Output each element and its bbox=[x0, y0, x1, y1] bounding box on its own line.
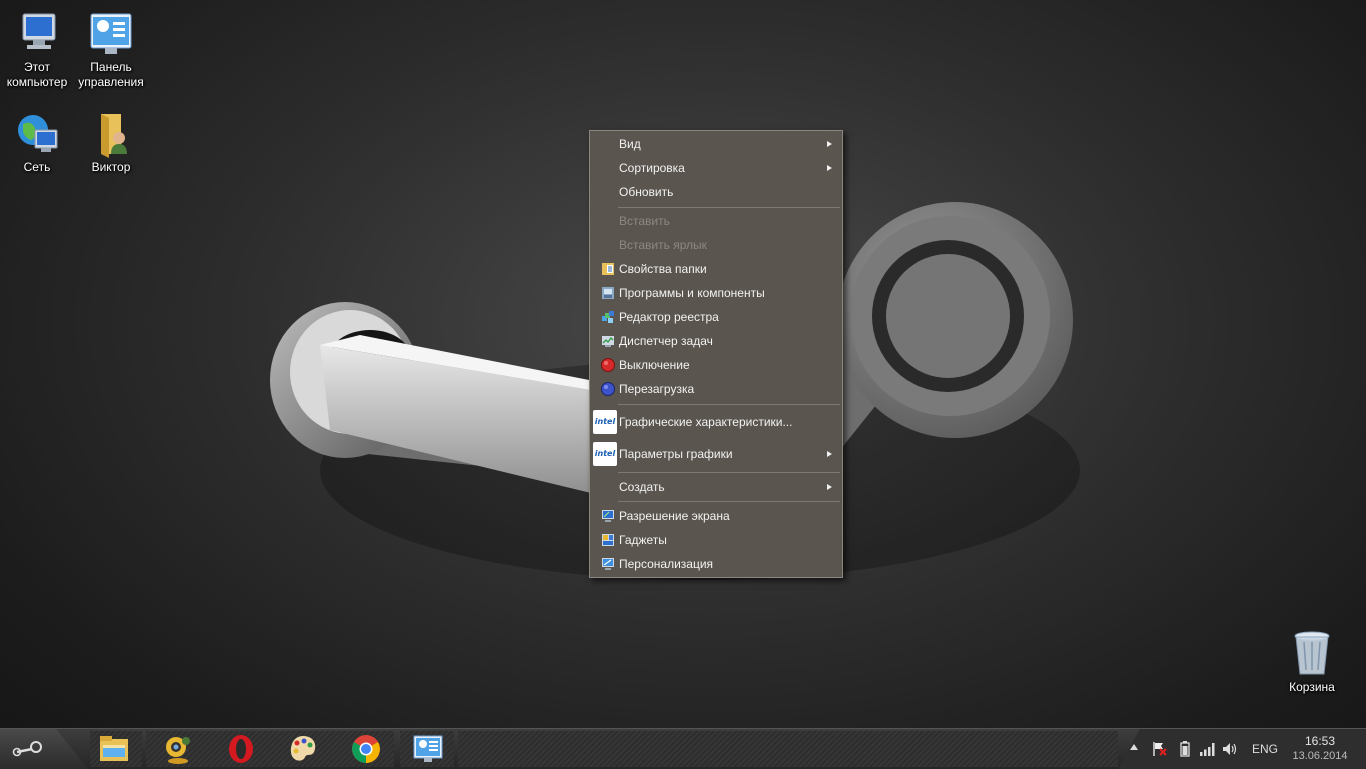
desktop-icon-this-computer[interactable]: Этот компьютер bbox=[0, 10, 74, 90]
opera-icon bbox=[229, 735, 253, 763]
menu-item-label: Параметры графики bbox=[619, 447, 733, 461]
menu-item-paste[interactable]: Вставить bbox=[590, 210, 842, 232]
menu-item-label: Диспетчер задач bbox=[619, 334, 713, 348]
menu-item-view[interactable]: Вид bbox=[590, 133, 842, 155]
menu-item-label: Разрешение экрана bbox=[619, 509, 730, 523]
menu-item-shutdown[interactable]: Выключение bbox=[590, 354, 842, 376]
taskbar-file-explorer[interactable] bbox=[86, 729, 142, 769]
programs-features-icon bbox=[602, 287, 614, 299]
file-explorer-icon bbox=[100, 736, 128, 761]
menu-item-task-manager[interactable]: Диспетчер задач bbox=[590, 330, 842, 352]
desktop-icon-recycle-bin[interactable]: Корзина bbox=[1275, 630, 1349, 695]
restart-icon bbox=[601, 382, 615, 396]
screen-resolution-icon bbox=[602, 510, 614, 522]
menu-separator bbox=[618, 501, 840, 502]
network-icon bbox=[13, 110, 61, 158]
menu-separator bbox=[618, 404, 840, 405]
menu-item-personalization[interactable]: Персонализация bbox=[590, 553, 842, 575]
shutdown-icon bbox=[601, 358, 615, 372]
intel-graphics-icon: intel bbox=[593, 442, 617, 466]
intel-graphics-icon: intel bbox=[593, 410, 617, 434]
action-center-icon[interactable] bbox=[1152, 741, 1168, 757]
taskbar-chrome[interactable] bbox=[338, 729, 394, 769]
webcam-icon bbox=[166, 737, 190, 764]
taskbar-opera[interactable] bbox=[213, 729, 269, 769]
clock[interactable]: 16:53 13.06.2014 bbox=[1280, 734, 1360, 764]
taskbar-control-panel[interactable] bbox=[400, 729, 456, 769]
control-panel-icon bbox=[87, 10, 135, 58]
clock-date: 13.06.2014 bbox=[1292, 750, 1348, 762]
menu-item-graphics-properties[interactable]: intel Графические характеристики... bbox=[590, 410, 842, 434]
personalization-icon bbox=[602, 558, 614, 570]
menu-item-label: Редактор реестра bbox=[619, 310, 719, 324]
menu-item-label: Сортировка bbox=[619, 161, 685, 175]
control-panel-icon bbox=[413, 735, 443, 762]
desktop-icon-label: Панель управления bbox=[78, 60, 144, 89]
clock-time: 16:53 bbox=[1304, 734, 1336, 748]
desktop-icon-label: Виктор bbox=[91, 160, 131, 174]
desktop-icon-control-panel[interactable]: Панель управления bbox=[74, 10, 148, 90]
taskbar-webcam[interactable] bbox=[150, 729, 206, 769]
taskbar-paint[interactable] bbox=[275, 729, 331, 769]
menu-item-label: Вставить ярлык bbox=[619, 238, 707, 252]
menu-item-programs-features[interactable]: Программы и компоненты bbox=[590, 282, 842, 304]
menu-item-registry-editor[interactable]: Редактор реестра bbox=[590, 306, 842, 328]
menu-item-folder-options[interactable]: Свойства папки bbox=[590, 258, 842, 280]
submenu-arrow-icon bbox=[827, 451, 832, 457]
menu-item-paste-shortcut[interactable]: Вставить ярлык bbox=[590, 234, 842, 256]
menu-item-label: Перезагрузка bbox=[619, 382, 695, 396]
recycle-bin-icon bbox=[1288, 630, 1336, 678]
menu-item-restart[interactable]: Перезагрузка bbox=[590, 378, 842, 400]
desktop-context-menu: Вид Сортировка Обновить Вставить Вставит… bbox=[589, 130, 843, 578]
language-indicator[interactable]: ENG bbox=[1252, 742, 1278, 756]
menu-item-label: Вид bbox=[619, 137, 641, 151]
menu-item-label: Графические характеристики... bbox=[619, 415, 793, 429]
battery-icon[interactable] bbox=[1180, 741, 1190, 757]
menu-item-screen-resolution[interactable]: Разрешение экрана bbox=[590, 505, 842, 527]
desktop-icon-network[interactable]: Сеть bbox=[0, 110, 74, 175]
registry-editor-icon bbox=[602, 311, 614, 323]
gadgets-icon bbox=[602, 534, 614, 546]
taskbar-strip bbox=[458, 731, 1118, 767]
menu-item-graphics-options[interactable]: intel Параметры графики bbox=[590, 442, 842, 466]
desktop-icon-label: Сеть bbox=[23, 160, 51, 174]
task-manager-icon bbox=[602, 336, 614, 347]
show-hidden-icons-icon[interactable] bbox=[1130, 744, 1138, 750]
menu-item-label: Выключение bbox=[619, 358, 690, 372]
signal-icon[interactable] bbox=[1200, 742, 1216, 756]
volume-icon[interactable] bbox=[1222, 742, 1238, 756]
menu-item-refresh[interactable]: Обновить bbox=[590, 181, 842, 203]
menu-item-gadgets[interactable]: Гаджеты bbox=[590, 529, 842, 551]
menu-item-label: Программы и компоненты bbox=[619, 286, 765, 300]
start-button[interactable] bbox=[0, 729, 88, 769]
menu-item-label: Персонализация bbox=[619, 557, 714, 571]
steam-start-icon bbox=[12, 741, 42, 757]
submenu-arrow-icon bbox=[827, 484, 832, 490]
taskbar: ENG 16:53 13.06.2014 bbox=[0, 728, 1366, 769]
submenu-arrow-icon bbox=[827, 165, 832, 171]
menu-item-label: Обновить bbox=[619, 185, 674, 199]
menu-item-label: Свойства папки bbox=[619, 262, 707, 276]
menu-item-label: Вставить bbox=[619, 214, 670, 228]
menu-item-sort[interactable]: Сортировка bbox=[590, 157, 842, 179]
user-folder-icon bbox=[87, 110, 135, 158]
menu-item-new[interactable]: Создать bbox=[590, 476, 842, 498]
desktop-icon-label: Корзина bbox=[1289, 680, 1335, 694]
menu-separator bbox=[618, 472, 840, 473]
menu-item-label: Гаджеты bbox=[619, 533, 667, 547]
menu-separator bbox=[618, 207, 840, 208]
desktop-icon-label: Этот компьютер bbox=[6, 60, 68, 89]
computer-icon bbox=[13, 10, 61, 58]
folder-options-icon bbox=[602, 263, 614, 275]
menu-item-label: Создать bbox=[619, 480, 665, 494]
desktop-icon-user-folder[interactable]: Виктор bbox=[74, 110, 148, 175]
submenu-arrow-icon bbox=[827, 141, 832, 147]
chrome-icon bbox=[352, 735, 380, 763]
paint-icon bbox=[290, 736, 316, 761]
